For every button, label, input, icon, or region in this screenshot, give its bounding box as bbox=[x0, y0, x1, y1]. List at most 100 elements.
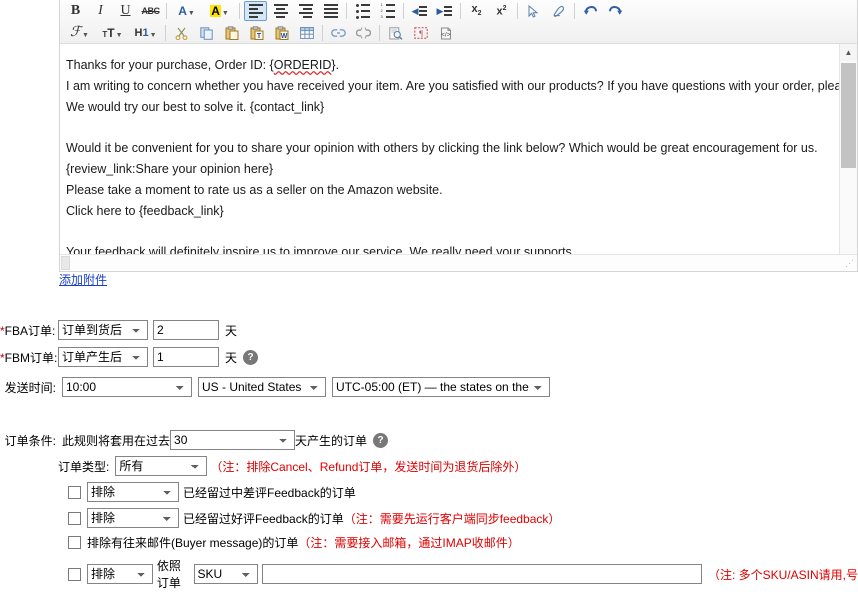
rule-good-feedback-text: 已经留过好评Feedback的订单 bbox=[183, 510, 344, 527]
scroll-up-arrow-icon[interactable]: ▲ bbox=[840, 44, 857, 61]
rule-good-feedback-select[interactable]: 排除 bbox=[87, 508, 179, 528]
rule-good-feedback-row: 排除 已经留过好评Feedback的订单 （注：需要先运行客户端同步feedba… bbox=[0, 508, 858, 528]
rule-range-suffix: 天产生的订单 bbox=[295, 432, 367, 449]
rule-form: *FBA订单: 订单到货后 天 *FBM订单: 订单产生后 天 ? 发送时间: … bbox=[0, 320, 858, 594]
toolbar-separator bbox=[239, 3, 240, 19]
add-attachment-link[interactable]: 添加附件 bbox=[59, 271, 107, 288]
rule-good-feedback-checkbox[interactable] bbox=[68, 512, 81, 525]
email-line: Would it be convenient for you to share … bbox=[66, 138, 835, 159]
paste-from-word-icon[interactable]: W bbox=[270, 23, 293, 43]
email-line: We would try our best to solve it. {cont… bbox=[66, 97, 835, 118]
rule-buyer-message-row: 排除有往来邮件(Buyer message)的订单 （注：需要接入邮箱，通过IM… bbox=[0, 534, 858, 551]
insert-table-icon[interactable] bbox=[295, 23, 318, 43]
rule-sku-input[interactable] bbox=[262, 564, 702, 584]
fbm-trigger-select[interactable]: 订单产生后 bbox=[58, 347, 148, 367]
heading-button[interactable]: H1▼ bbox=[130, 23, 161, 43]
email-line: Please take a moment to rate us as a sel… bbox=[66, 180, 835, 201]
toolbar-separator bbox=[460, 3, 461, 19]
font-size-button[interactable]: TT▼ bbox=[97, 23, 128, 43]
align-left-button[interactable] bbox=[244, 1, 267, 21]
indent-button[interactable]: ▶ bbox=[433, 1, 456, 21]
order-type-label: 订单类型: bbox=[58, 458, 109, 475]
fba-order-row: *FBA订单: 订单到货后 天 bbox=[0, 320, 858, 340]
numbered-list-button[interactable]: 123 bbox=[376, 1, 399, 21]
outdent-button[interactable]: ◀ bbox=[408, 1, 431, 21]
subscript-button[interactable]: x2 bbox=[465, 1, 488, 21]
bullet-list-button[interactable] bbox=[351, 1, 374, 21]
order-conditions-row: 订单条件: 此规则将套用在过去 30 天产生的订单 ? bbox=[0, 430, 858, 450]
email-body-text[interactable]: Thanks for your purchase, Order ID: {ORD… bbox=[66, 55, 835, 271]
toolbar-separator bbox=[322, 25, 323, 41]
svg-text:¶: ¶ bbox=[419, 29, 423, 38]
font-color-button[interactable]: A▼ bbox=[171, 1, 202, 21]
editor-vertical-scrollbar[interactable]: ▲ ▼ bbox=[839, 44, 857, 271]
editor-toolbar: B I U ABC A▼ A▼ 123 ◀ ▶ x2 x2 bbox=[60, 0, 857, 44]
copy-icon[interactable] bbox=[195, 23, 218, 43]
underline-button[interactable]: U bbox=[114, 1, 137, 21]
cut-icon[interactable] bbox=[170, 23, 193, 43]
email-line-blank bbox=[66, 221, 835, 242]
rule-range-select[interactable]: 30 bbox=[170, 430, 295, 450]
italic-button[interactable]: I bbox=[89, 1, 112, 21]
rule-buyer-message-text: 排除有往来邮件(Buyer message)的订单 bbox=[87, 534, 298, 551]
fbm-order-label: *FBM订单: bbox=[0, 349, 58, 366]
fbm-days-input[interactable] bbox=[153, 347, 219, 367]
eraser-icon[interactable] bbox=[547, 1, 570, 21]
rule-sku-mode-select[interactable]: 排除 bbox=[87, 564, 153, 584]
superscript-button[interactable]: x2 bbox=[490, 1, 513, 21]
svg-text:W: W bbox=[280, 33, 287, 40]
toolbar-separator bbox=[346, 3, 347, 19]
order-type-row: 订单类型: 所有 （注：排除Cancel、Refund订单，发送时间为退货后除外… bbox=[0, 456, 858, 476]
show-blocks-icon[interactable]: ¶ bbox=[409, 23, 432, 43]
rule-bad-feedback-text: 已经留过中差评Feedback的订单 bbox=[183, 484, 356, 501]
fba-days-input[interactable] bbox=[153, 320, 219, 340]
scrollbar-thumb[interactable] bbox=[841, 63, 856, 168]
rule-range-prefix: 此规则将套用在过去 bbox=[62, 432, 170, 449]
font-family-button[interactable]: ℱ▼ bbox=[64, 23, 95, 43]
send-time-select[interactable]: 10:00 bbox=[62, 377, 192, 397]
fba-trigger-select[interactable]: 订单到货后 bbox=[58, 320, 148, 340]
toolbar-separator bbox=[166, 3, 167, 19]
insert-link-icon[interactable] bbox=[327, 23, 350, 43]
preview-icon[interactable] bbox=[384, 23, 407, 43]
rule-buyer-message-checkbox[interactable] bbox=[68, 536, 81, 549]
hscrollbar-thumb[interactable] bbox=[61, 256, 70, 270]
rule-bad-feedback-select[interactable]: 排除 bbox=[87, 482, 179, 502]
email-line-blank bbox=[66, 117, 835, 138]
paste-as-text-icon[interactable]: T bbox=[245, 23, 268, 43]
strikethrough-button[interactable]: ABC bbox=[139, 1, 162, 21]
toolbar-separator bbox=[574, 3, 575, 19]
timezone-select[interactable]: UTC-05:00 (ET) — the states on the Atla bbox=[332, 377, 550, 397]
email-line: {review_link:Share your opinion here} bbox=[66, 159, 835, 180]
rule-sku-key-select[interactable]: SKU bbox=[194, 564, 258, 584]
cursor-icon[interactable] bbox=[522, 1, 545, 21]
toolbar-separator bbox=[403, 3, 404, 19]
bold-button[interactable]: B bbox=[64, 1, 87, 21]
undo-icon[interactable] bbox=[579, 1, 602, 21]
send-time-label: 发送时间: bbox=[0, 379, 62, 396]
align-center-button[interactable] bbox=[269, 1, 292, 21]
toolbar-row-2: ℱ▼ TT▼ H1▼ T W bbox=[60, 22, 857, 44]
redo-icon[interactable] bbox=[604, 1, 627, 21]
fbm-days-unit: 天 bbox=[225, 349, 237, 366]
rule-sku-checkbox[interactable] bbox=[68, 568, 81, 581]
paste-icon[interactable] bbox=[220, 23, 243, 43]
toolbar-separator bbox=[517, 3, 518, 19]
highlight-color-button[interactable]: A▼ bbox=[204, 1, 235, 21]
rule-sku-row: 排除 依照订单 SKU （注: 多个SKU/ASIN请用,号 bbox=[0, 557, 858, 591]
unlink-icon[interactable] bbox=[352, 23, 375, 43]
rule-bad-feedback-checkbox[interactable] bbox=[68, 486, 81, 499]
align-right-button[interactable] bbox=[294, 1, 317, 21]
country-select[interactable]: US - United States bbox=[198, 377, 326, 397]
fba-order-label: *FBA订单: bbox=[0, 322, 58, 339]
align-justify-button[interactable] bbox=[319, 1, 342, 21]
rule-range-help-icon[interactable]: ? bbox=[373, 433, 388, 448]
source-code-icon[interactable]: </> bbox=[434, 23, 457, 43]
rule-good-feedback-note: （注：需要先运行客户端同步feedback） bbox=[344, 510, 561, 527]
editor-horizontal-scrollbar[interactable]: ⋰ bbox=[60, 254, 857, 271]
fbm-help-icon[interactable]: ? bbox=[243, 350, 258, 365]
svg-text:</>: </> bbox=[441, 31, 451, 38]
order-type-select[interactable]: 所有 bbox=[115, 456, 207, 476]
resize-grip-icon[interactable]: ⋰ bbox=[843, 257, 856, 270]
editor-content-area[interactable]: Thanks for your purchase, Order ID: {ORD… bbox=[60, 44, 857, 271]
